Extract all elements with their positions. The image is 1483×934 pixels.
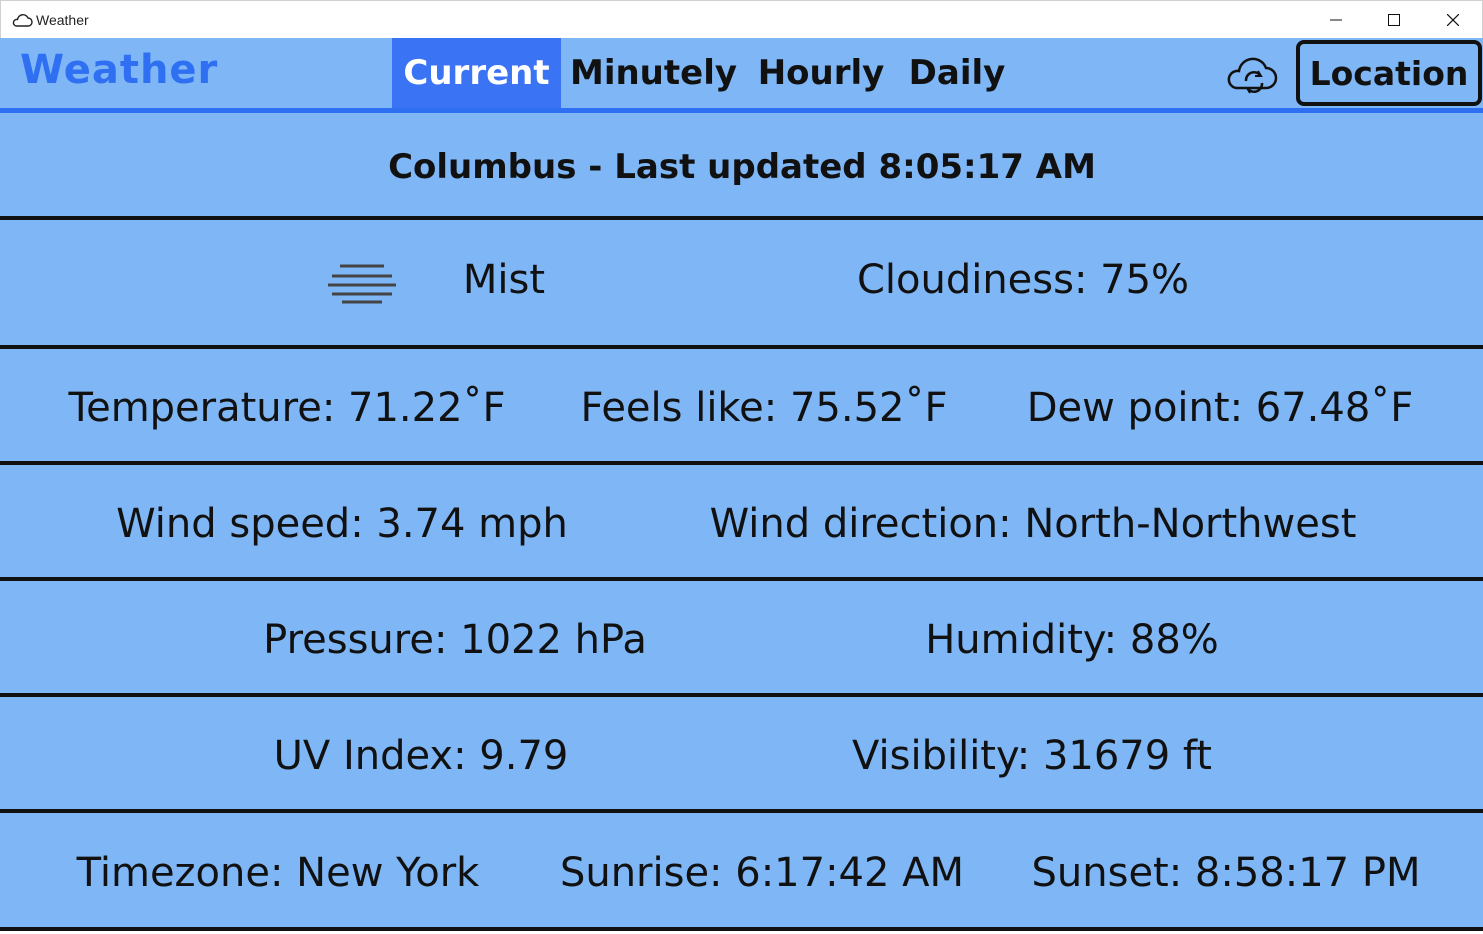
mist-icon [328,264,396,304]
cloudiness-text: Cloudiness: 75% [856,257,1190,303]
app-brand: Weather [20,47,219,93]
maximize-button[interactable] [1365,1,1423,39]
tab-minutely[interactable]: Minutely [566,38,741,108]
maximize-icon [1388,14,1400,26]
condition-row: Mist Cloudiness: 75% [0,220,1483,349]
app-navbar: Weather Current Minutely Hourly Daily Lo… [0,38,1483,113]
wind-speed-text: Wind speed: 3.74 mph [116,501,568,547]
location-button[interactable]: Location [1296,40,1482,106]
minimize-button[interactable] [1307,1,1365,39]
close-button[interactable] [1424,1,1482,39]
wind-row: Wind speed: 3.74 mph Wind direction: Nor… [0,465,1483,581]
condition-text: Mist [462,257,546,303]
humidity-text: Humidity: 88% [925,617,1219,663]
cloud-icon [12,14,33,27]
wind-direction-text: Wind direction: North-Northwest [709,501,1357,547]
window-titlebar: Weather [0,0,1483,38]
tab-current[interactable]: Current [392,38,561,108]
pressure-text: Pressure: 1022 hPa [263,617,647,663]
sun-row: Timezone: New York Sunrise: 6:17:42 AM S… [0,813,1483,931]
dew-point-text: Dew point: 67.48˚F [1026,385,1414,431]
minimize-icon [1330,19,1342,21]
window-title: Weather [36,12,89,28]
sunrise-text: Sunrise: 6:17:42 AM [559,850,965,896]
timezone-text: Timezone: New York [76,850,480,896]
temperature-text: Temperature: 71.22˚F [68,385,506,431]
headline-row: Columbus - Last updated 8:05:17 AM [0,113,1483,220]
feels-like-text: Feels like: 75.52˚F [580,385,948,431]
close-icon [1447,14,1459,26]
uv-index-text: UV Index: 9.79 [273,733,569,779]
tab-hourly[interactable]: Hourly [750,38,892,108]
visibility-text: Visibility: 31679 ft [852,733,1212,779]
sunset-text: Sunset: 8:58:17 PM [1031,850,1421,896]
temperature-row: Temperature: 71.22˚F Feels like: 75.52˚F… [0,349,1483,465]
location-updated-text: Columbus - Last updated 8:05:17 AM [388,147,1096,187]
tab-daily[interactable]: Daily [904,38,1010,108]
cloud-refresh-icon[interactable] [1222,50,1282,98]
uv-row: UV Index: 9.79 Visibility: 31679 ft [0,697,1483,813]
pressure-row: Pressure: 1022 hPa Humidity: 88% [0,581,1483,697]
